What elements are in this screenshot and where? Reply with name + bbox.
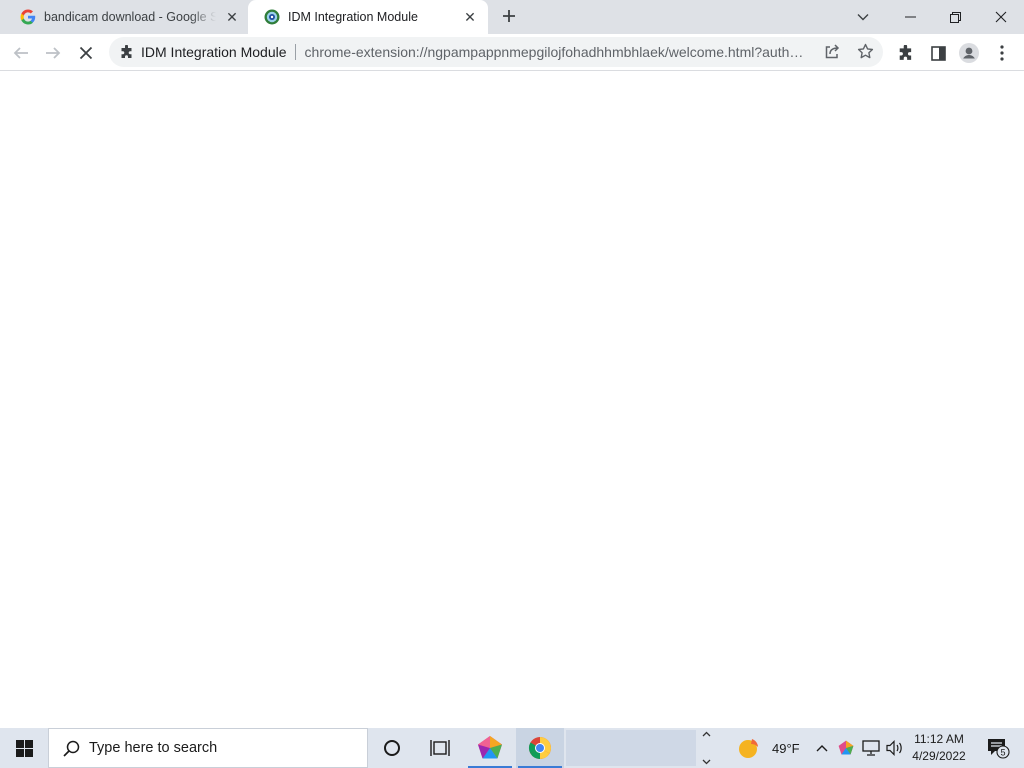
idm-icon — [264, 9, 280, 25]
plus-icon — [503, 10, 515, 22]
back-arrow-icon — [13, 47, 28, 59]
windows-logo-icon — [15, 739, 33, 757]
show-hidden-icons-button[interactable] — [812, 728, 832, 768]
chevron-down-icon — [857, 14, 869, 21]
tab-strip: bandicam download - Google Search ✕ IDM … — [0, 0, 1024, 34]
taskbar-scroll[interactable] — [697, 728, 715, 768]
stop-icon — [79, 46, 93, 60]
task-view-button[interactable] — [416, 728, 464, 768]
network-button[interactable] — [860, 728, 882, 768]
close-icon — [995, 11, 1007, 23]
new-tab-button[interactable] — [499, 7, 519, 27]
notification-icon: 5 — [988, 739, 1010, 759]
chevron-down-icon — [702, 759, 710, 765]
weather-temp: 49°F — [772, 740, 800, 756]
minimize-icon — [904, 16, 916, 18]
restore-button[interactable] — [940, 0, 970, 34]
search-icon — [61, 738, 81, 758]
back-button[interactable] — [9, 41, 33, 65]
cortana-circle-icon — [384, 740, 400, 756]
restore-icon — [949, 11, 961, 23]
share-icon[interactable] — [824, 44, 840, 63]
volume-button[interactable] — [884, 728, 906, 768]
tab-idm-integration[interactable]: IDM Integration Module ✕ — [248, 0, 488, 34]
taskbar-app-pentagon[interactable] — [466, 728, 514, 768]
close-window-button[interactable] — [986, 0, 1016, 34]
avatar-icon — [959, 43, 979, 63]
profile-button[interactable] — [957, 41, 981, 65]
url-text[interactable]: chrome-extension://ngpampappnmepgilojfoh… — [305, 44, 810, 60]
tab-google-search[interactable]: bandicam download - Google Search ✕ — [4, 0, 247, 34]
app-pentagon-icon — [838, 740, 854, 755]
taskbar-app-chrome[interactable] — [516, 728, 564, 768]
action-center-button[interactable]: 5 — [980, 728, 1016, 768]
taskbar: Type here to search 49°F 11:12 AM 4/29/2… — [0, 728, 1024, 768]
close-tab-icon[interactable]: ✕ — [224, 9, 240, 25]
chevron-up-icon — [702, 731, 710, 737]
site-chip: IDM Integration Module — [141, 44, 287, 60]
minimize-button[interactable] — [893, 0, 927, 34]
cortana-button[interactable] — [368, 728, 416, 768]
stop-loading-button[interactable] — [74, 41, 98, 65]
task-view-icon — [430, 740, 450, 756]
taskbar-search-box[interactable]: Type here to search — [48, 728, 368, 768]
side-panel-icon — [930, 45, 946, 61]
taskbar-window-preview[interactable] — [566, 730, 696, 766]
search-placeholder: Type here to search — [89, 740, 218, 756]
extension-puzzle-icon — [119, 44, 135, 60]
divider — [294, 44, 296, 60]
app-pentagon-icon — [478, 736, 502, 759]
tab-search-button[interactable] — [852, 0, 874, 34]
browser-toolbar: IDM Integration Module chrome-extension:… — [0, 34, 1024, 71]
speaker-icon — [886, 740, 902, 756]
weather-sun-icon — [739, 739, 758, 758]
notification-count: 5 — [1000, 747, 1005, 757]
tab-title: bandicam download - Google Search — [44, 10, 216, 24]
clock[interactable]: 11:12 AM 4/29/2022 — [906, 731, 972, 765]
address-bar[interactable]: IDM Integration Module chrome-extension:… — [109, 37, 883, 67]
chevron-up-icon — [816, 745, 828, 752]
clock-date: 4/29/2022 — [912, 749, 966, 763]
more-vert-icon — [1000, 45, 1004, 61]
weather-widget[interactable]: 49°F — [738, 728, 800, 768]
forward-arrow-icon — [46, 47, 61, 59]
page-content — [0, 71, 1024, 728]
menu-button[interactable] — [990, 41, 1014, 65]
network-icon — [862, 740, 880, 756]
extensions-button[interactable] — [894, 41, 918, 65]
tray-app-icon[interactable] — [836, 728, 856, 768]
clock-time: 11:12 AM — [914, 732, 964, 746]
bookmark-star-icon[interactable] — [857, 43, 874, 63]
puzzle-icon — [899, 45, 912, 60]
side-panel-button[interactable] — [926, 41, 950, 65]
google-icon — [20, 9, 36, 25]
forward-button[interactable] — [41, 41, 65, 65]
tab-title: IDM Integration Module — [288, 10, 418, 24]
close-tab-icon[interactable]: ✕ — [462, 9, 478, 25]
chrome-icon — [529, 737, 551, 759]
start-button[interactable] — [0, 728, 48, 768]
